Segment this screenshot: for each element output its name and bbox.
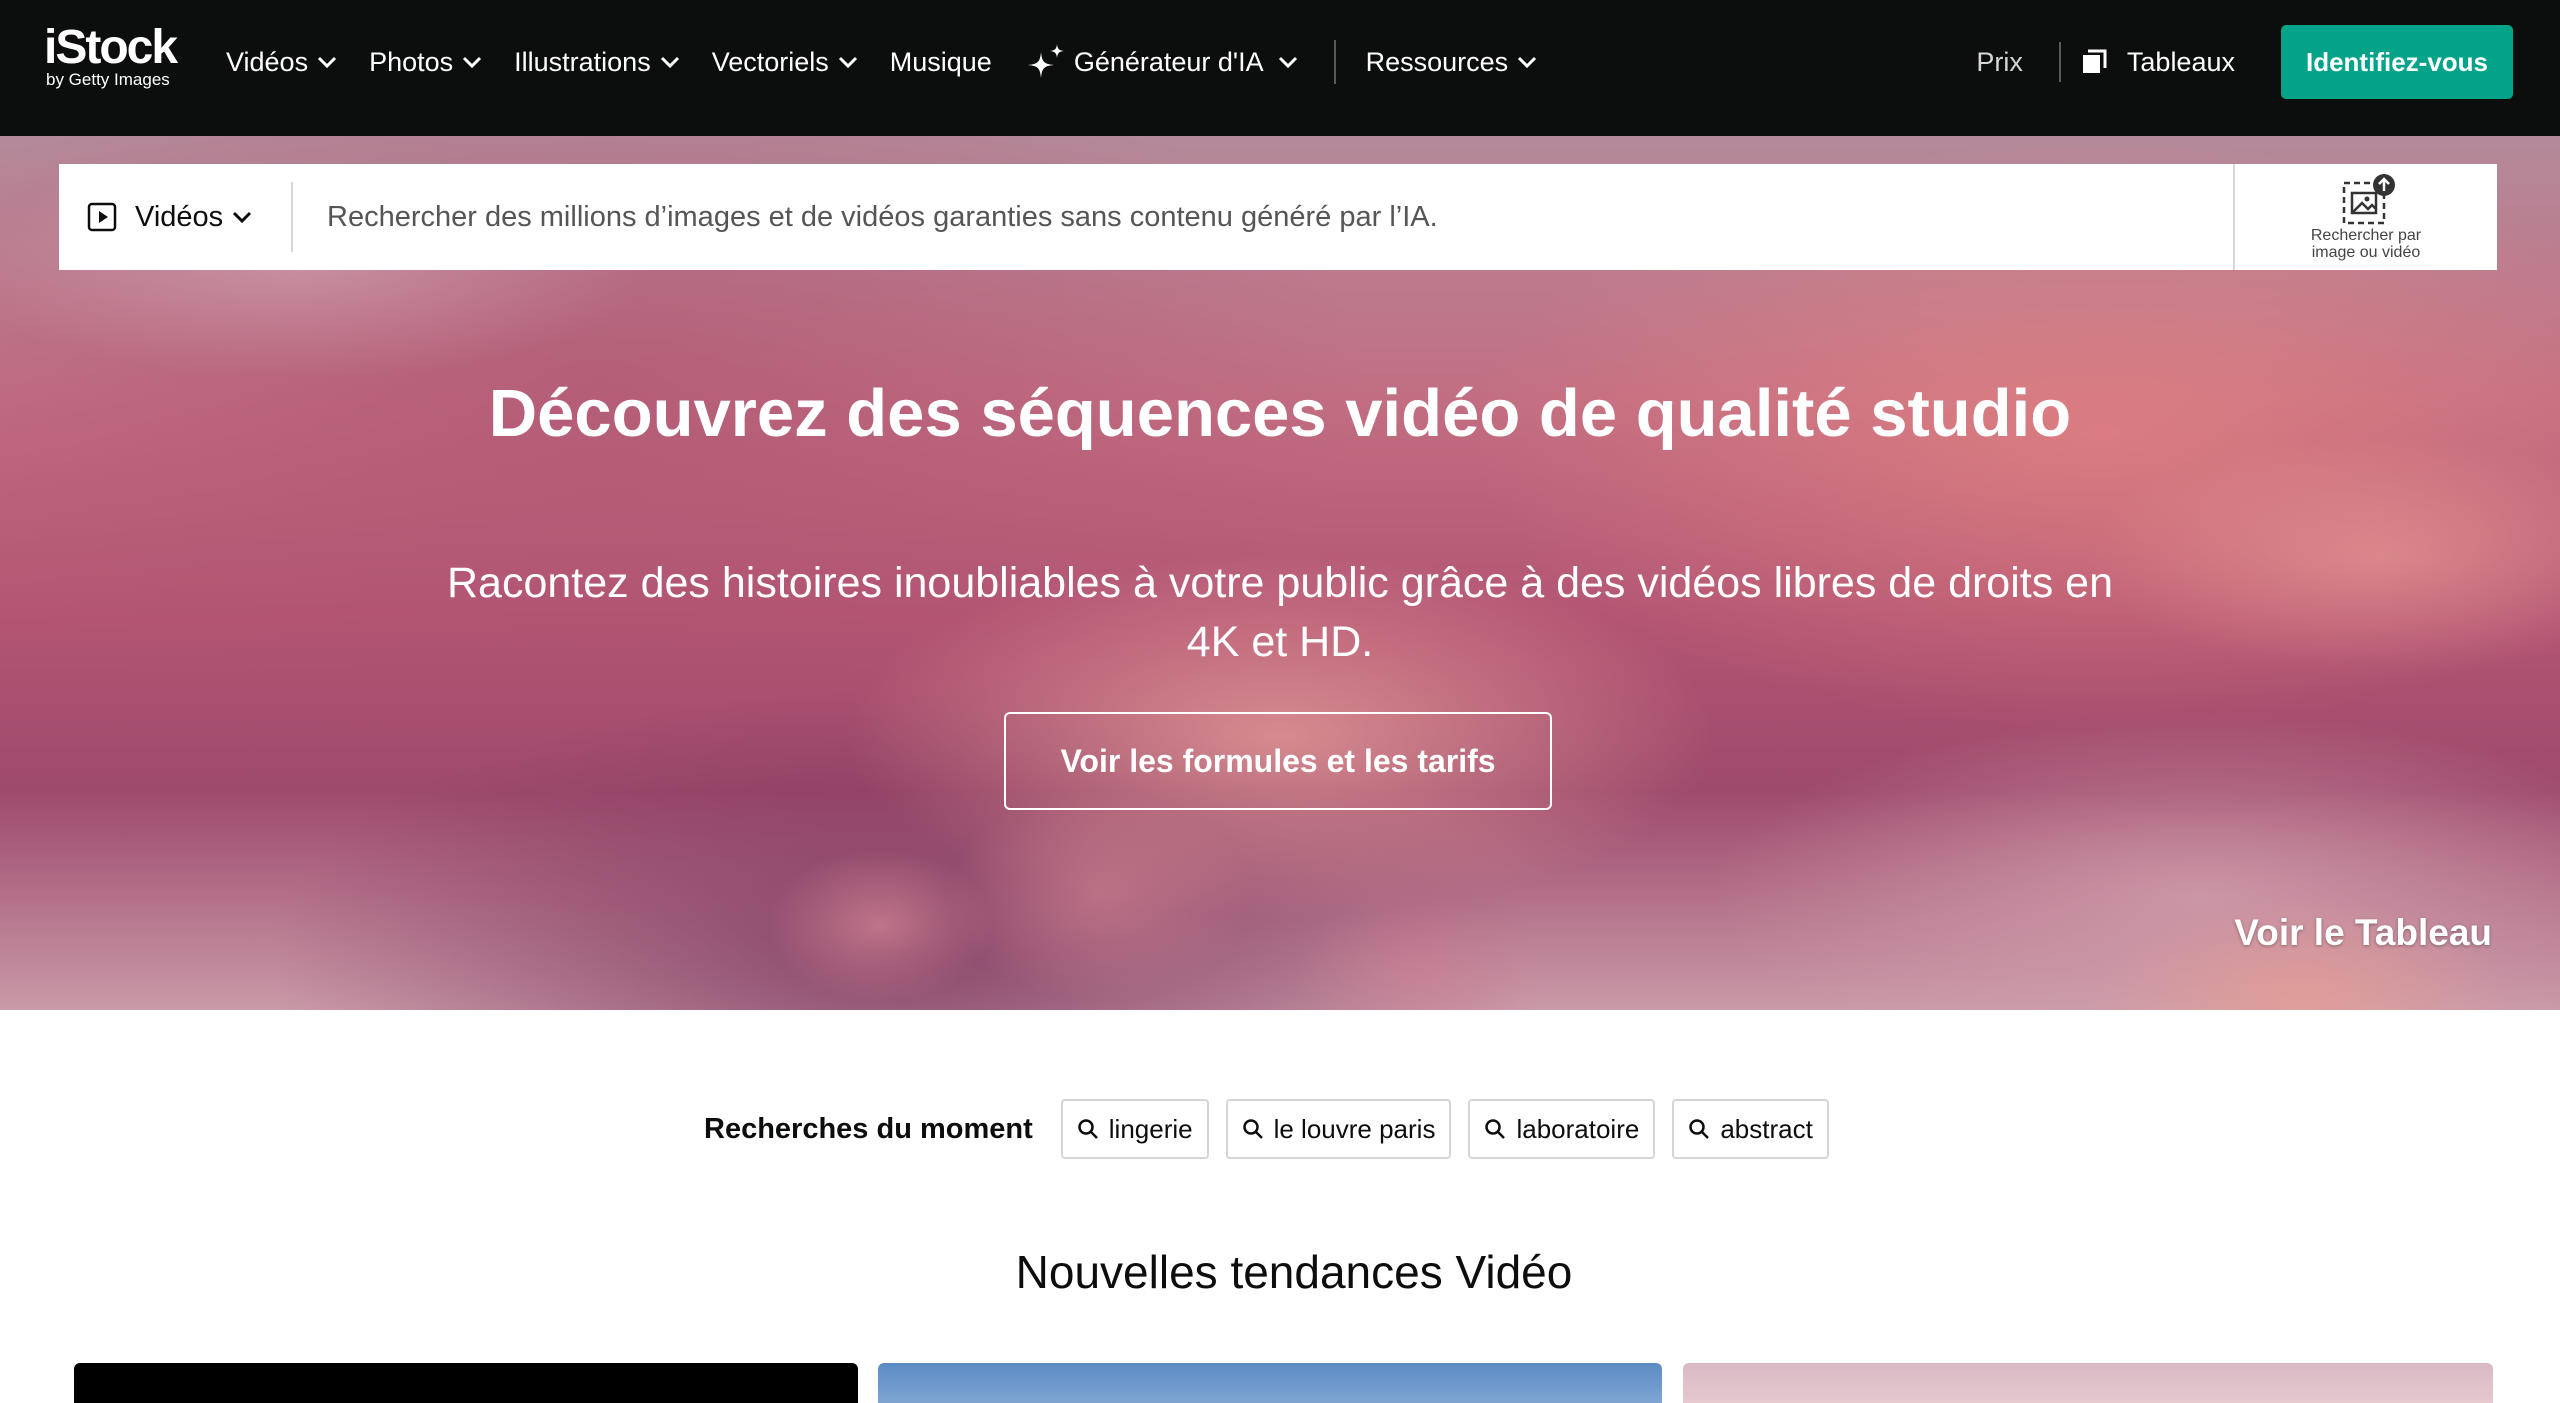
pricing-link[interactable]: Prix bbox=[1976, 47, 2023, 78]
search-type-dropdown[interactable]: Vidéos bbox=[59, 164, 291, 270]
trending-chip[interactable]: abstract bbox=[1672, 1099, 1829, 1159]
hero-subtitle: Racontez des histoires inoubliables à vo… bbox=[447, 559, 2113, 666]
chevron-down-icon bbox=[660, 56, 679, 68]
boards-label: Tableaux bbox=[2126, 46, 2235, 77]
pricing-cta-button[interactable]: Voir les formules et les tarifs bbox=[1004, 712, 1552, 810]
trending-chip-label: abstract bbox=[1720, 1113, 1813, 1144]
boards-link[interactable]: Tableaux bbox=[2081, 47, 2235, 78]
search-icon bbox=[1078, 1119, 1098, 1139]
visual-search-label: Rechercher par image ou vidéo bbox=[2310, 227, 2422, 261]
chevron-down-icon bbox=[318, 56, 337, 68]
trending-chip[interactable]: le louvre paris bbox=[1225, 1099, 1452, 1159]
logo-wordmark: iStock bbox=[44, 21, 178, 74]
search-bar: Vidéos Rechercher par image ou vidéo bbox=[59, 163, 2497, 271]
visual-search-button[interactable]: Rechercher par image ou vidéo bbox=[2233, 164, 2497, 270]
hero-banner: Vidéos Rechercher par image ou vidéo Déc… bbox=[0, 136, 2560, 1010]
nav-videos[interactable]: Vidéos bbox=[226, 47, 337, 78]
boards-icon bbox=[2082, 49, 2107, 73]
nav-photos-label: Photos bbox=[369, 46, 454, 77]
nav-music[interactable]: Musique bbox=[890, 47, 992, 78]
nav-illustrations-label: Illustrations bbox=[514, 46, 651, 77]
trending-chip[interactable]: laboratoire bbox=[1468, 1099, 1656, 1159]
video-thumbnail[interactable] bbox=[878, 1363, 1662, 1403]
trending-chip-label: laboratoire bbox=[1516, 1113, 1640, 1144]
chevron-down-icon bbox=[1518, 56, 1537, 68]
video-play-icon bbox=[87, 202, 117, 232]
video-thumbnail[interactable] bbox=[74, 1363, 858, 1403]
logo-tagline: by Getty Images bbox=[46, 70, 170, 89]
search-input[interactable] bbox=[293, 163, 2233, 271]
nav-ai-generator[interactable]: Générateur d'IA bbox=[1024, 40, 1298, 84]
search-icon bbox=[1689, 1119, 1710, 1139]
search-type-label: Vidéos bbox=[135, 200, 224, 233]
main-menu: Vidéos Photos Illustrations Vectoriels M… bbox=[226, 0, 1569, 124]
search-icon bbox=[1242, 1119, 1263, 1139]
hero-title: Découvrez des séquences vidéo de qualité… bbox=[488, 376, 2072, 451]
chevron-down-icon bbox=[233, 211, 252, 223]
account-menu: Prix Tableaux Identifiez-vous bbox=[1976, 0, 2560, 124]
top-navigation: iStock by Getty Images Vidéos Photos Ill… bbox=[0, 0, 2560, 136]
istock-logo[interactable]: iStock by Getty Images bbox=[44, 21, 178, 89]
chevron-down-icon bbox=[1278, 56, 1297, 68]
trending-label: Recherches du moment bbox=[704, 1112, 1033, 1145]
view-board-link[interactable]: Voir le Tableau bbox=[2234, 912, 2492, 954]
nav-divider bbox=[1333, 40, 1336, 84]
trending-chip-label: le louvre paris bbox=[1273, 1113, 1436, 1144]
nav-divider bbox=[2058, 42, 2061, 82]
trending-chip[interactable]: lingerie bbox=[1060, 1099, 1209, 1159]
sparkle-icon bbox=[1027, 44, 1064, 78]
nav-music-label: Musique bbox=[889, 46, 992, 77]
trending-chip-label: lingerie bbox=[1108, 1113, 1193, 1144]
search-icon bbox=[1485, 1119, 1506, 1139]
trending-searches: Recherches du moment lingerie le louvre … bbox=[704, 1097, 1846, 1161]
nav-resources-label: Ressources bbox=[1365, 46, 1509, 77]
nav-resources[interactable]: Ressources bbox=[1366, 47, 1538, 78]
nav-videos-label: Vidéos bbox=[226, 46, 309, 77]
chevron-down-icon bbox=[838, 56, 857, 68]
sign-in-button[interactable]: Identifiez-vous bbox=[2281, 25, 2513, 99]
video-thumbnail[interactable] bbox=[1683, 1363, 2493, 1403]
nav-vectors-label: Vectoriels bbox=[711, 46, 829, 77]
nav-vectors[interactable]: Vectoriels bbox=[712, 47, 858, 78]
nav-ai-generator-label: Générateur d'IA bbox=[1073, 46, 1264, 77]
chevron-down-icon bbox=[463, 56, 482, 68]
nav-photos[interactable]: Photos bbox=[369, 47, 482, 78]
nav-illustrations[interactable]: Illustrations bbox=[514, 47, 680, 78]
section-title: Nouvelles tendances Vidéo bbox=[1015, 1246, 1573, 1298]
image-search-icon bbox=[2342, 174, 2395, 225]
